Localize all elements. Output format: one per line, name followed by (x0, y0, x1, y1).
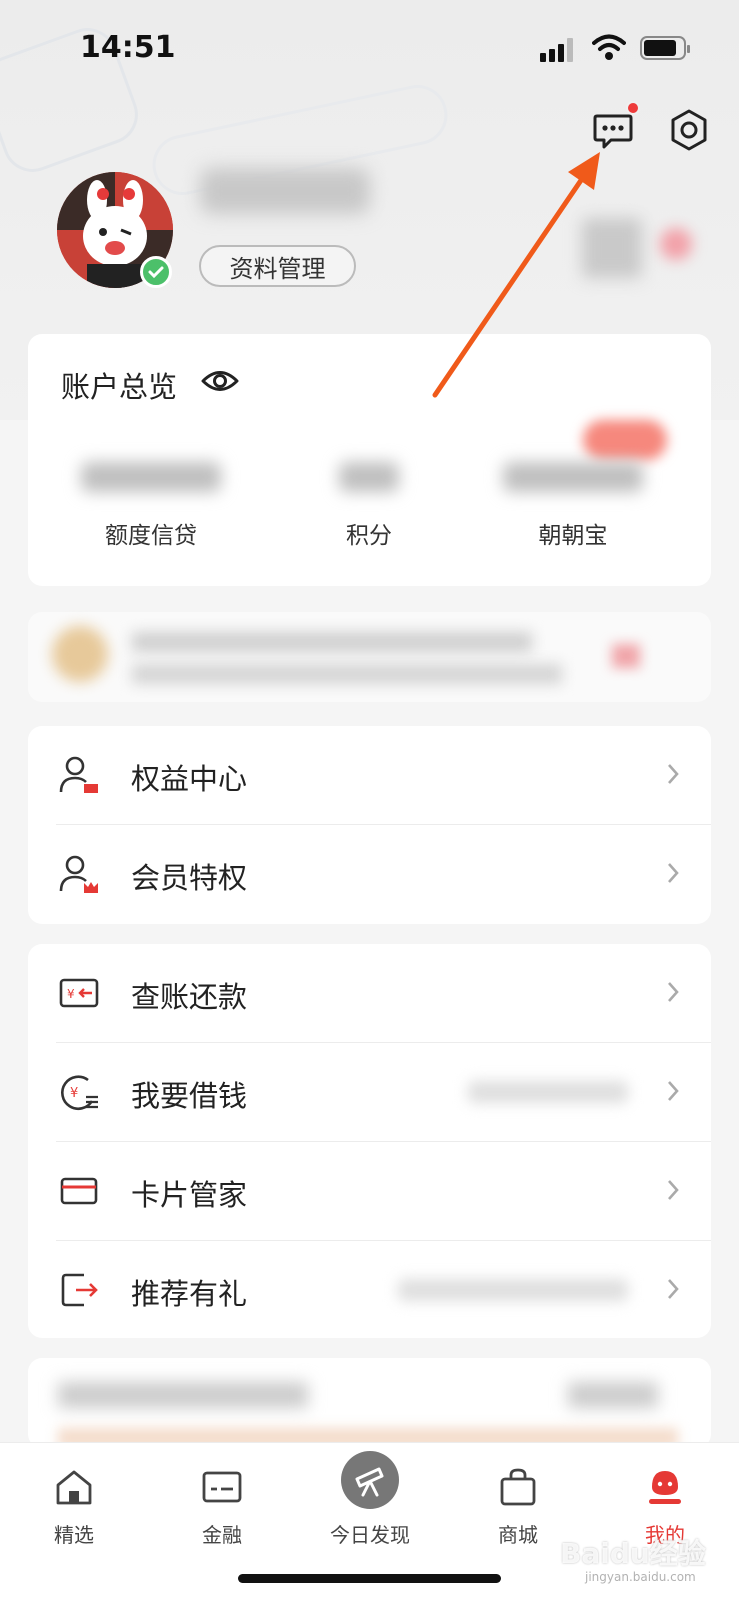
svg-text:¥: ¥ (67, 987, 75, 1001)
overview-zhaozhaobao[interactable]: 朝朝宝 (478, 462, 668, 550)
header-right-blurred (582, 218, 642, 278)
telescope-icon (341, 1451, 399, 1509)
profile-manage-button[interactable]: 资料管理 (199, 245, 356, 287)
tab-label: 今日发现 (330, 1523, 410, 1547)
overview-value-blurred (81, 462, 221, 492)
menu-item-referral-gift[interactable]: 推荐有礼 (28, 1241, 711, 1340)
menu-item-label: 我要借钱 (131, 1079, 248, 1113)
card-icon (60, 1177, 98, 1205)
wifi-icon (592, 34, 626, 60)
overview-label: 额度信贷 (105, 523, 197, 549)
promo-banner[interactable] (28, 612, 711, 702)
menu-item-label: 会员特权 (131, 861, 248, 895)
account-overview-card: 账户总览 额度信贷 积分 朝朝宝 (28, 334, 711, 586)
overview-tag-blurred (583, 420, 667, 460)
overview-value-blurred (339, 462, 399, 492)
menu-item-bill-repay[interactable]: ¥ 查账还款 (28, 944, 711, 1043)
username-blurred (200, 168, 370, 214)
home-indicator[interactable] (238, 1574, 501, 1583)
status-time: 14:51 (80, 30, 176, 65)
header-right-blurred (660, 228, 692, 260)
watermark-brand: Baidu经验 (560, 1537, 706, 1570)
menu-item-benefits-center[interactable]: 权益中心 (28, 726, 711, 825)
user-card-icon (59, 756, 98, 793)
tab-finance[interactable]: 金融 (148, 1443, 296, 1563)
cellular-signal-icon (540, 38, 576, 62)
menu-item-borrow-money[interactable]: ¥ 我要借钱 (28, 1043, 711, 1142)
shopping-bag-icon (500, 1468, 536, 1506)
battery-icon (640, 36, 690, 60)
home-icon (56, 1470, 92, 1505)
overview-value-blurred (503, 462, 643, 492)
menu-item-card-manager[interactable]: 卡片管家 (28, 1142, 711, 1241)
chevron-right-icon (668, 1081, 679, 1101)
wallet-icon (202, 1471, 242, 1503)
menu-group-benefits: 权益中心 会员特权 (28, 726, 711, 924)
tab-label: 精选 (54, 1523, 94, 1547)
user-crown-icon (59, 855, 98, 893)
watermark-url: jingyan.baidu.com (585, 1570, 696, 1584)
menu-item-label: 权益中心 (131, 762, 248, 796)
verified-check-icon (140, 256, 172, 288)
menu-item-hint-blurred (398, 1279, 628, 1301)
overview-label: 积分 (346, 523, 392, 549)
menu-item-label: 查账还款 (131, 980, 248, 1014)
status-bar: 14:51 (0, 0, 739, 96)
overview-points[interactable]: 积分 (274, 462, 464, 550)
tab-featured[interactable]: 精选 (0, 1443, 148, 1563)
chevron-right-icon (668, 764, 679, 784)
settings-icon[interactable] (667, 108, 711, 152)
overview-credit[interactable]: 额度信贷 (56, 462, 246, 550)
menu-item-hint-blurred (468, 1081, 628, 1103)
menu-group-services: ¥ 查账还款 ¥ 我要借钱 卡片管家 推荐有礼 (28, 944, 711, 1338)
account-overview-title: 账户总览 (61, 370, 178, 404)
menu-item-member-privileges[interactable]: 会员特权 (28, 825, 711, 924)
tab-discover[interactable]: 今日发现 (296, 1443, 444, 1563)
message-icon[interactable] (592, 110, 634, 152)
overview-label: 朝朝宝 (538, 523, 608, 549)
eye-icon[interactable] (200, 364, 240, 398)
menu-item-label: 推荐有礼 (131, 1277, 248, 1311)
tab-label: 金融 (202, 1523, 242, 1547)
chevron-right-icon (668, 1180, 679, 1200)
svg-text:¥: ¥ (70, 1086, 78, 1101)
bottom-promo-card[interactable] (28, 1358, 711, 1448)
bill-repay-icon: ¥ (59, 978, 99, 1008)
chevron-right-icon (668, 863, 679, 883)
menu-item-label: 卡片管家 (131, 1178, 248, 1212)
message-unread-badge (626, 101, 640, 115)
share-exit-icon (61, 1273, 98, 1307)
borrow-money-icon: ¥ (61, 1075, 98, 1111)
chevron-right-icon (668, 1279, 679, 1299)
profile-icon (649, 1471, 681, 1504)
chevron-right-icon (668, 982, 679, 1002)
